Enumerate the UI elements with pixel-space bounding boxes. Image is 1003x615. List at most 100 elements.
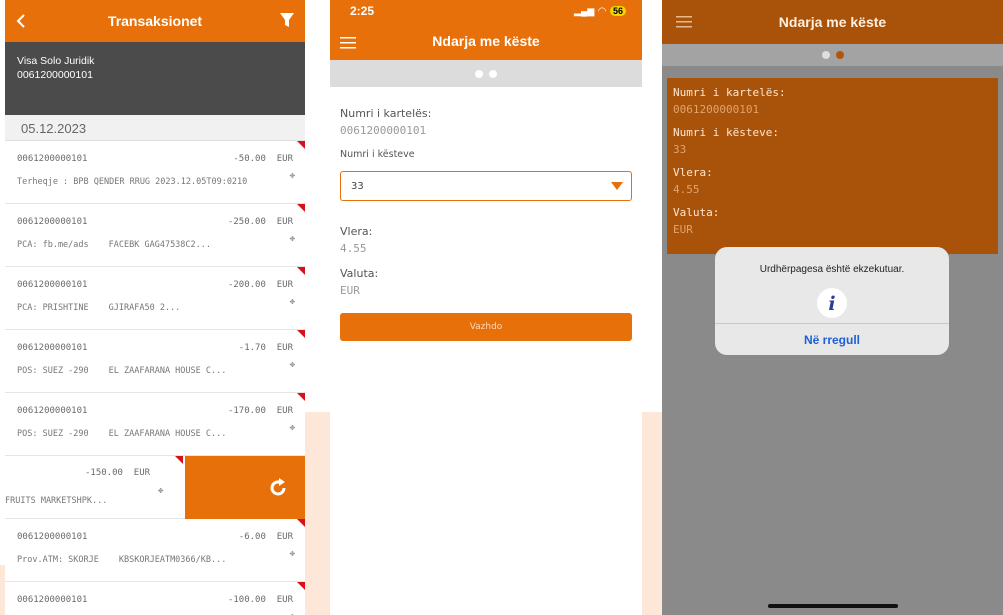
page-dot[interactable] <box>835 51 844 59</box>
home-indicator <box>768 604 898 608</box>
back-icon[interactable] <box>15 0 27 42</box>
info-icon: i <box>816 287 848 319</box>
transaction-row[interactable]: 0061200000101 -170.00 EUR POS: SUEZ -290 EL… <box>5 393 305 456</box>
transaction-amount: -250.00 EUR <box>227 217 293 227</box>
expand-icon: ✥ <box>289 549 295 559</box>
decor-shape <box>642 412 662 615</box>
transaction-amount: -100.00 EUR <box>227 595 293 605</box>
swiped-transaction-row[interactable]: -150.00 EUR FRUITS MARKETSHPK... ✥ <box>5 456 305 519</box>
transaction-desc-primary: Terheqje : BPB QENDER RRUG 2023.12.05T09… <box>17 177 248 187</box>
transaction-row[interactable]: 0061200000101 -250.00 EUR PCA: fb.me/ads FA… <box>5 204 305 267</box>
expand-icon: ✥ <box>289 423 295 433</box>
transaction-description: POS: SUEZ -290 EL ZAAFARANA HOUSE C... <box>17 429 293 439</box>
installments-select[interactable]: 33 <box>340 171 632 201</box>
account-name: Visa Solo Juridik <box>17 55 95 67</box>
alert-message: Urdhërpagesa është ekzekutuar. <box>759 264 905 275</box>
page-title: Transaksionet <box>107 13 203 29</box>
page-title: Ndarja me këste <box>778 14 887 30</box>
transaction-amount: -170.00 EUR <box>227 406 293 416</box>
transactions-screen: Transaksionet Visa Solo Juridik 00612000… <box>5 0 305 615</box>
unread-marker <box>297 141 305 149</box>
transaction-card: 0061200000101 <box>17 154 88 164</box>
expand-icon: ✥ <box>289 234 295 244</box>
expand-icon: ✥ <box>289 171 295 181</box>
page-indicator <box>662 44 1003 66</box>
transaction-list-continued: 0061200000101 -6.00 EUR Prov.ATM: SKORJE KB… <box>5 519 305 615</box>
transaction-card: 0061200000101 <box>17 406 88 416</box>
alert-ok-button[interactable]: Në rregull <box>715 323 949 355</box>
transaction-amount: -1.70 EUR <box>238 343 293 353</box>
transaction-desc-primary: PCA: PRISHTINE <box>17 303 89 313</box>
amount-value: 4.55 <box>340 242 367 255</box>
transaction-amount: -50.00 EUR <box>233 154 293 164</box>
top-bar: Transaksionet <box>5 0 305 42</box>
transaction-description: POS: SUEZ -290 EL ZAAFARANA HOUSE C... <box>17 366 293 376</box>
transaction-description: PCA: PRISHTINE GJIRAFA50 2... <box>17 303 293 313</box>
card-value: 0061200000101 <box>340 124 427 137</box>
transaction-card: 0061200000101 <box>17 280 88 290</box>
transaction-desc-secondary: GJIRAFA50 2... <box>108 303 181 313</box>
transaction-row[interactable]: 0061200000101 -50.00 EUR Terheqje : BPB QE… <box>5 141 305 204</box>
transaction-description: Terheqje : BPB QENDER RRUG 2023.12.05T09… <box>17 177 293 187</box>
transaction-top-line: 0061200000101 -100.00 EUR <box>17 595 293 605</box>
hamburger-icon[interactable] <box>676 15 692 31</box>
account-header: Visa Solo Juridik 0061200000101 <box>5 42 305 115</box>
alert-dialog: Urdhërpagesa është ekzekutuar. i Në rreg… <box>715 247 949 355</box>
unread-marker <box>297 519 305 527</box>
transaction-card: 0061200000101 <box>17 343 88 353</box>
amount-label: Vlera: <box>340 225 373 238</box>
expand-icon: ✥ <box>289 297 295 307</box>
transaction-amount: -150.00 EUR <box>85 468 151 478</box>
status-bar: 2:25 ▂▄▆ ◠ 56 <box>330 0 642 22</box>
installment-form: Numri i kartelës: 0061200000101 Numri i … <box>330 87 642 361</box>
card-label: Numri i kartelës: <box>340 107 432 120</box>
refresh-button[interactable] <box>185 456 305 519</box>
continue-button[interactable]: Vazhdo <box>340 313 632 341</box>
transaction-desc-primary: POS: SUEZ -290 <box>17 429 89 439</box>
amount-label: Vlera: <box>673 166 713 179</box>
installment-form-screen: 2:25 ▂▄▆ ◠ 56 Ndarja me këste Numri i ka… <box>330 0 642 615</box>
transaction-amount: -200.00 EUR <box>227 280 293 290</box>
transaction-desc-primary: Prov.ATM: SKORJE <box>17 555 99 565</box>
transaction-desc-primary: POS: SUEZ -290 <box>17 366 89 376</box>
transaction-top-line: 0061200000101 -170.00 EUR <box>17 406 293 416</box>
transaction-desc-primary: PCA: fb.me/ads <box>17 240 89 250</box>
hamburger-icon[interactable] <box>340 22 356 64</box>
card-value: 0061200000101 <box>673 103 760 116</box>
currency-label: Valuta: <box>673 206 720 219</box>
transaction-description: PCA: fb.me/ads FACEBK GAG47538C2... <box>17 240 293 250</box>
installment-confirmation-screen: Ndarja me këste Numri i kartelës: 006120… <box>662 0 1003 615</box>
refresh-icon <box>270 477 286 495</box>
unread-marker <box>297 582 305 590</box>
page-dot[interactable] <box>475 69 483 78</box>
decor-shape <box>305 412 330 615</box>
installments-selected-value: 33 <box>351 180 364 192</box>
transaction-top-line: 0061200000101 -250.00 EUR <box>17 217 293 227</box>
transaction-desc-secondary: FACEBK GAG47538C2... <box>108 240 212 250</box>
dropdown-arrow-icon <box>611 182 623 190</box>
unread-marker <box>297 330 305 338</box>
transaction-amount: -6.00 EUR <box>238 532 293 542</box>
transaction-description: Prov.ATM: SKORJE KBSKORJEATM0366/KB... <box>17 555 293 565</box>
currency-value: EUR <box>340 284 360 297</box>
page-dot[interactable] <box>821 51 830 59</box>
transaction-card: 0061200000101 <box>17 532 88 542</box>
transaction-row[interactable]: 0061200000101-100.00 EUR✥ <box>5 582 305 615</box>
transaction-row[interactable]: 0061200000101 -200.00 EUR PCA: PRISHTINE GJ… <box>5 267 305 330</box>
transaction-top-line: 0061200000101 -50.00 EUR <box>17 154 293 164</box>
transaction-row[interactable]: 0061200000101 -6.00 EUR Prov.ATM: SKORJE KB… <box>5 519 305 582</box>
transaction-desc-secondary: EL ZAAFARANA HOUSE C... <box>108 429 227 439</box>
expand-icon: ✥ <box>158 486 164 496</box>
wifi-icon: ◠ <box>598 5 606 17</box>
transaction-card: 0061200000101 <box>17 217 88 227</box>
transaction-top-line: 0061200000101 -200.00 EUR <box>17 280 293 290</box>
transaction-row[interactable]: 0061200000101 -1.70 EUR POS: SUEZ -290 EL Z… <box>5 330 305 393</box>
battery-badge: 56 <box>609 6 626 16</box>
amount-value: 4.55 <box>673 183 700 196</box>
filter-icon[interactable] <box>279 12 295 31</box>
installments-value: 33 <box>673 143 687 156</box>
installments-label: Numri i kësteve: <box>673 126 779 139</box>
page-dot[interactable] <box>489 69 497 78</box>
transaction-top-line: 0061200000101 -1.70 EUR <box>17 343 293 353</box>
date-header: 05.12.2023 <box>5 115 305 141</box>
